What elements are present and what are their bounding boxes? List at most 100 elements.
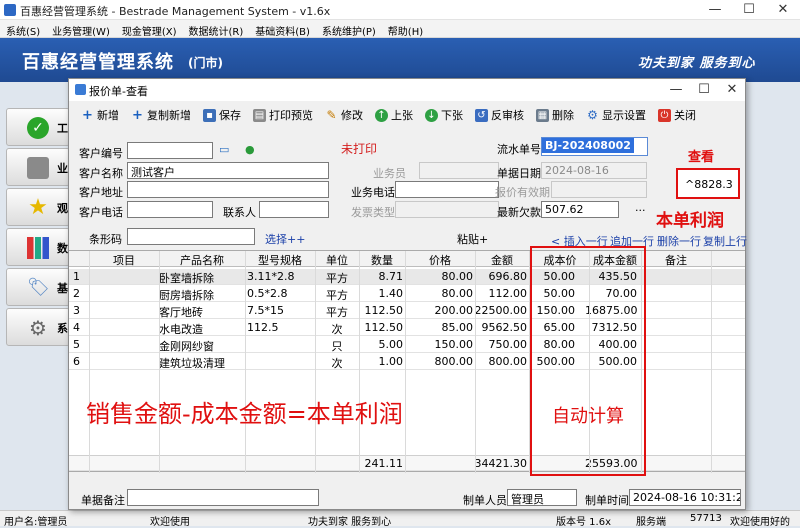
date-field[interactable]: 2024-08-16 (541, 162, 647, 179)
paste-button[interactable]: 粘贴+ (457, 231, 488, 247)
grid-column-line (405, 251, 406, 473)
profit-annotation: 本单利润 (656, 211, 724, 231)
table-cell: 5 (73, 338, 80, 351)
toolbar-label: 修改 (341, 109, 363, 122)
toolbar-label: 上张 (391, 109, 413, 122)
phone-field[interactable] (127, 201, 213, 218)
menu-cash[interactable]: 现金管理(X) (116, 20, 183, 38)
col-header: 数量 (371, 254, 393, 267)
table-cell: 厨房墙拆除 (159, 289, 214, 302)
next-record-button[interactable]: ↓ 下张 (425, 107, 463, 123)
save-button[interactable]: ▪ 保存 (203, 107, 241, 123)
printer-icon (27, 157, 49, 179)
nav-label: 观 (57, 202, 68, 215)
salesman-label: 业务员 (373, 167, 406, 180)
check-circle-icon: ✓ (27, 117, 49, 139)
table-cell: 4 (73, 321, 80, 334)
table-cell: 112.5 (247, 321, 279, 334)
maximize-icon[interactable]: ☐ (689, 81, 719, 99)
menu-basic-data[interactable]: 基础资料(B) (249, 20, 316, 38)
tag-icon: 🏷 (27, 277, 50, 298)
nav-button-system[interactable]: ⚙ 系 (6, 308, 70, 346)
banner-subtitle: (门市) (188, 56, 223, 70)
address-field[interactable] (127, 181, 329, 198)
table-cell: 6 (73, 355, 80, 368)
invoice-type-select[interactable] (395, 201, 499, 218)
copy-row-link[interactable]: 复制上行 (703, 233, 747, 249)
auto-calc-annotation: 自动计算 (552, 406, 624, 427)
toolbar-label: 打印预览 (269, 109, 313, 122)
toolbar: + 新增 + 复制新增 ▪ 保存 ▤ 打印预览 ✎ 修改 ↑ 上张 ↓ 下张 ↺ 反审核 ▦ 删除… (69, 103, 745, 127)
delete-row-link[interactable]: 删除一行 (657, 233, 701, 249)
close-button[interactable]: ⏻ 关闭 (658, 107, 696, 123)
debt-field[interactable]: 507.62 (541, 201, 619, 218)
time-label: 制单时间 (585, 494, 629, 507)
nav-button-view[interactable]: ★ 观 (6, 188, 70, 226)
nav-button-work[interactable]: ✓ 工 (6, 108, 70, 146)
maximize-icon[interactable]: ☐ (734, 1, 764, 19)
cost-columns-highlight (530, 246, 646, 476)
edit-button[interactable]: ✎ 修改 (325, 107, 363, 123)
delete-button[interactable]: ▦ 删除 (536, 107, 574, 123)
menu-help[interactable]: 帮助(H) (382, 20, 429, 38)
search-icon[interactable]: ▭ (219, 143, 229, 156)
maker-field[interactable]: 管理员 (507, 489, 577, 506)
outer-statusbar: 用户名:管理员 欢迎使用 功夫到家 服务到心 版本号 1.6x 服务端 5771… (0, 510, 800, 528)
nav-button-business[interactable]: 业 (6, 148, 70, 186)
salesman-field[interactable] (419, 162, 499, 179)
col-header: 金额 (491, 254, 513, 267)
time-field[interactable]: 2024-08-16 10:31:21 (629, 489, 741, 506)
unapprove-button[interactable]: ↺ 反审核 (475, 107, 524, 123)
nav-button-data[interactable]: 数 (6, 228, 70, 266)
plus-icon: + (132, 107, 143, 123)
contact-field[interactable] (259, 201, 329, 218)
gear-icon: ⚙ (29, 316, 47, 340)
close-icon[interactable]: ✕ (717, 81, 747, 99)
table-cell: 80.00 (441, 287, 474, 300)
minimize-icon[interactable]: — (661, 81, 691, 99)
table-cell: 696.80 (488, 270, 528, 283)
select-link[interactable]: 选择++ (265, 231, 305, 247)
print-preview-button[interactable]: ▤ 打印预览 (253, 107, 313, 123)
new-button[interactable]: + 新增 (81, 107, 119, 123)
table-cell: 卧室墙拆除 (159, 272, 214, 285)
up-arrow-icon: ↑ (375, 108, 388, 122)
grid-column-line (711, 251, 712, 473)
display-settings-button[interactable]: ⚙ 显示设置 (586, 107, 646, 123)
debt-ellipsis-button[interactable]: ... (635, 201, 646, 214)
nav-button-basic[interactable]: 🏷 基 (6, 268, 70, 306)
table-cell: 9562.50 (481, 321, 528, 334)
table-cell: 112.00 (488, 287, 528, 300)
phone-label: 客户电话 (79, 206, 123, 219)
customer-name-field[interactable]: 测试客户 (127, 162, 329, 179)
col-header: 单位 (326, 254, 348, 267)
menu-maintenance[interactable]: 系统维护(P) (316, 20, 382, 38)
maker-label: 制单人员 (463, 494, 507, 507)
menu-statistics[interactable]: 数据统计(R) (183, 20, 250, 38)
table-cell: 建筑垃圾清理 (159, 357, 225, 370)
toolbar-label: 新增 (97, 109, 119, 122)
contact-label: 联系人 (223, 206, 256, 219)
barcode-field[interactable] (127, 228, 255, 245)
nav-label: 工 (57, 122, 68, 135)
status-num: 57713 (690, 513, 722, 524)
remark-label: 单据备注 (81, 494, 125, 507)
customer-no-field[interactable] (127, 142, 213, 159)
formula-annotation: 销售金额-成本金额=本单利润 (86, 400, 403, 428)
remark-field[interactable] (127, 489, 319, 506)
biz-phone-field[interactable] (395, 181, 499, 198)
menu-system[interactable]: 系统(S) (0, 20, 46, 38)
valid-period-select[interactable] (551, 181, 647, 198)
nav-label: 基 (57, 282, 68, 295)
serial-field[interactable]: BJ-202408002 (541, 137, 648, 156)
minimize-icon[interactable]: — (700, 1, 730, 19)
banner-title: 百惠经营管理系统 (22, 52, 174, 73)
menu-business[interactable]: 业务管理(W) (46, 20, 116, 38)
copy-new-button[interactable]: + 复制新增 (131, 107, 191, 123)
toolbar-label: 保存 (219, 109, 241, 122)
status-dot-icon[interactable]: ● (245, 143, 255, 156)
customer-no-label: 客户编号 (79, 147, 123, 160)
grid-column-line (359, 251, 360, 473)
close-icon[interactable]: ✕ (768, 1, 798, 19)
prev-record-button[interactable]: ↑ 上张 (375, 107, 413, 123)
